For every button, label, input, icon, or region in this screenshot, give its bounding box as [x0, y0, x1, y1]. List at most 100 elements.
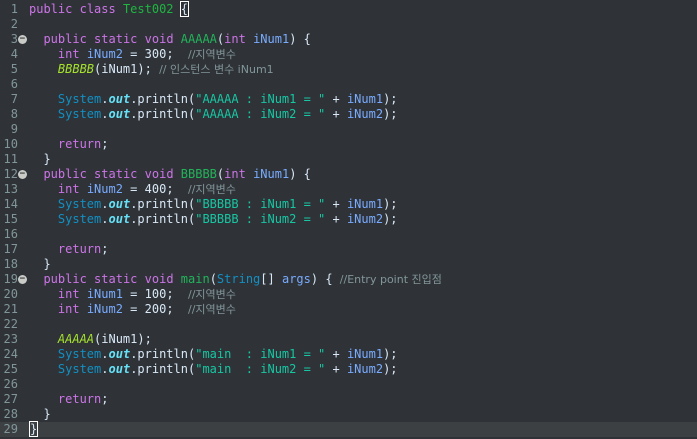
fold-collapse-icon[interactable]: − [18, 170, 27, 179]
code-token: return [57, 392, 102, 406]
code-editor[interactable]: 1 public class Test002 {2 3− public static… [0, 0, 697, 439]
code-token: AAAAA [180, 32, 217, 46]
code-token: iNum1 [253, 167, 290, 181]
code-line[interactable]: 25 System.out.println("main : iNum2 = " … [0, 362, 697, 377]
code-token: iNum1 [253, 32, 290, 46]
code-token: .println( [130, 362, 196, 376]
code-token: 400 [144, 182, 167, 196]
code-token: public [43, 272, 87, 286]
code-line[interactable]: 2 [0, 17, 697, 32]
code-token: ; [101, 242, 109, 256]
code-line[interactable]: 11 } [0, 152, 697, 167]
code-token: + [325, 197, 347, 211]
code-token: static [94, 167, 138, 181]
code-token: iNum1 [346, 347, 384, 361]
code-line[interactable]: 3− public static void AAAAA(int iNum1) { [0, 32, 697, 47]
code-line[interactable]: 29} [0, 421, 697, 437]
fold-collapse-icon[interactable]: − [18, 35, 27, 44]
code-line[interactable]: 8 System.out.println("AAAAA : iNum2 = " … [0, 107, 697, 122]
code-line[interactable]: 24 System.out.println("main : iNum1 = " … [0, 347, 697, 362]
fold-collapse-icon[interactable]: − [18, 275, 27, 284]
line-number: 19 [3, 272, 18, 286]
line-number: 27 [3, 392, 18, 406]
code-line[interactable]: 21 int iNum2 = 200; //지역변수 [0, 302, 697, 317]
code-token: Test002 [122, 2, 174, 16]
code-line[interactable]: 13 int iNum2 = 400; //지역변수 [0, 182, 697, 197]
code-token: public [43, 167, 87, 181]
code-line[interactable]: 26 [0, 377, 697, 392]
code-token: ) { [310, 272, 340, 286]
code-token: + [325, 92, 347, 106]
code-token: .println( [130, 347, 196, 361]
code-token: iNum2 [346, 107, 384, 121]
code-line[interactable]: 10 return; [0, 137, 697, 152]
line-number: 14 [3, 197, 18, 211]
line-number: 28 [3, 407, 18, 421]
code-token: iNum2 [346, 362, 384, 376]
code-token: . [101, 107, 109, 121]
code-line[interactable]: 19− public static void main(String[] arg… [0, 272, 697, 287]
code-text: AAAAA(iNum1); [29, 332, 152, 347]
code-line[interactable]: 17 return; [0, 242, 697, 257]
line-number: 5 [10, 62, 18, 76]
code-line[interactable]: 1 public class Test002 { [0, 1, 697, 17]
code-line[interactable]: 12− public static void BBBBB(int iNum1) … [0, 167, 697, 182]
code-text: return; [29, 242, 109, 257]
code-text: public static void AAAAA(int iNum1) { [29, 32, 310, 47]
code-line[interactable]: 9 [0, 122, 697, 137]
line-number: 26 [3, 377, 18, 391]
code-line[interactable]: 22 [0, 317, 697, 332]
line-number: 11 [3, 152, 18, 166]
line-number: 12 [3, 167, 18, 181]
code-line[interactable]: 6 [0, 77, 697, 92]
code-line[interactable]: 5 BBBBB(iNum1); // 인스턴스 변수 iNum1 [0, 62, 697, 77]
line-number: 1 [10, 2, 18, 16]
code-token: .println( [130, 212, 196, 226]
code-line[interactable]: 28 } [0, 407, 697, 422]
code-token: ; [101, 392, 109, 406]
code-token: void [144, 167, 174, 181]
code-line[interactable]: 18 } [0, 257, 697, 272]
line-number: 4 [10, 47, 18, 61]
code-token: (iNum1); [94, 62, 160, 76]
code-token: return [57, 242, 102, 256]
line-number: 29 [3, 422, 18, 436]
code-token: ); [383, 212, 398, 226]
code-line[interactable]: 20 int iNum1 = 100; //지역변수 [0, 287, 697, 302]
code-token: .println( [130, 107, 196, 121]
code-token: System [57, 212, 102, 226]
code-line[interactable]: 7 System.out.println("AAAAA : iNum1 = " … [0, 92, 697, 107]
code-text: System.out.println("AAAAA : iNum1 = " + … [29, 92, 398, 107]
code-line[interactable]: 4 int iNum2 = 300; //지역변수 [0, 47, 697, 62]
code-text: BBBBB(iNum1); // 인스턴스 변수 iNum1 [29, 62, 274, 77]
line-number: 23 [3, 332, 18, 346]
matched-bracket: } [28, 421, 39, 437]
code-token: ); [383, 107, 398, 121]
code-token: int [57, 302, 80, 316]
line-number: 21 [3, 302, 18, 316]
code-line[interactable]: 16 [0, 227, 697, 242]
code-line[interactable]: 27 return; [0, 392, 697, 407]
code-token: 100 [144, 287, 167, 301]
code-token: } [29, 257, 51, 271]
code-text: } [29, 152, 50, 167]
code-line[interactable]: 15 System.out.println("BBBBB : iNum2 = "… [0, 212, 697, 227]
code-token: "BBBBB : iNum2 = " [195, 212, 326, 226]
code-token: System [57, 347, 102, 361]
code-token: out [108, 197, 131, 211]
code-token: iNum2 [86, 182, 123, 196]
code-token: void [144, 32, 174, 46]
code-line[interactable]: 14 System.out.println("BBBBB : iNum1 = "… [0, 197, 697, 212]
code-line[interactable]: 23 AAAAA(iNum1); [0, 332, 697, 347]
